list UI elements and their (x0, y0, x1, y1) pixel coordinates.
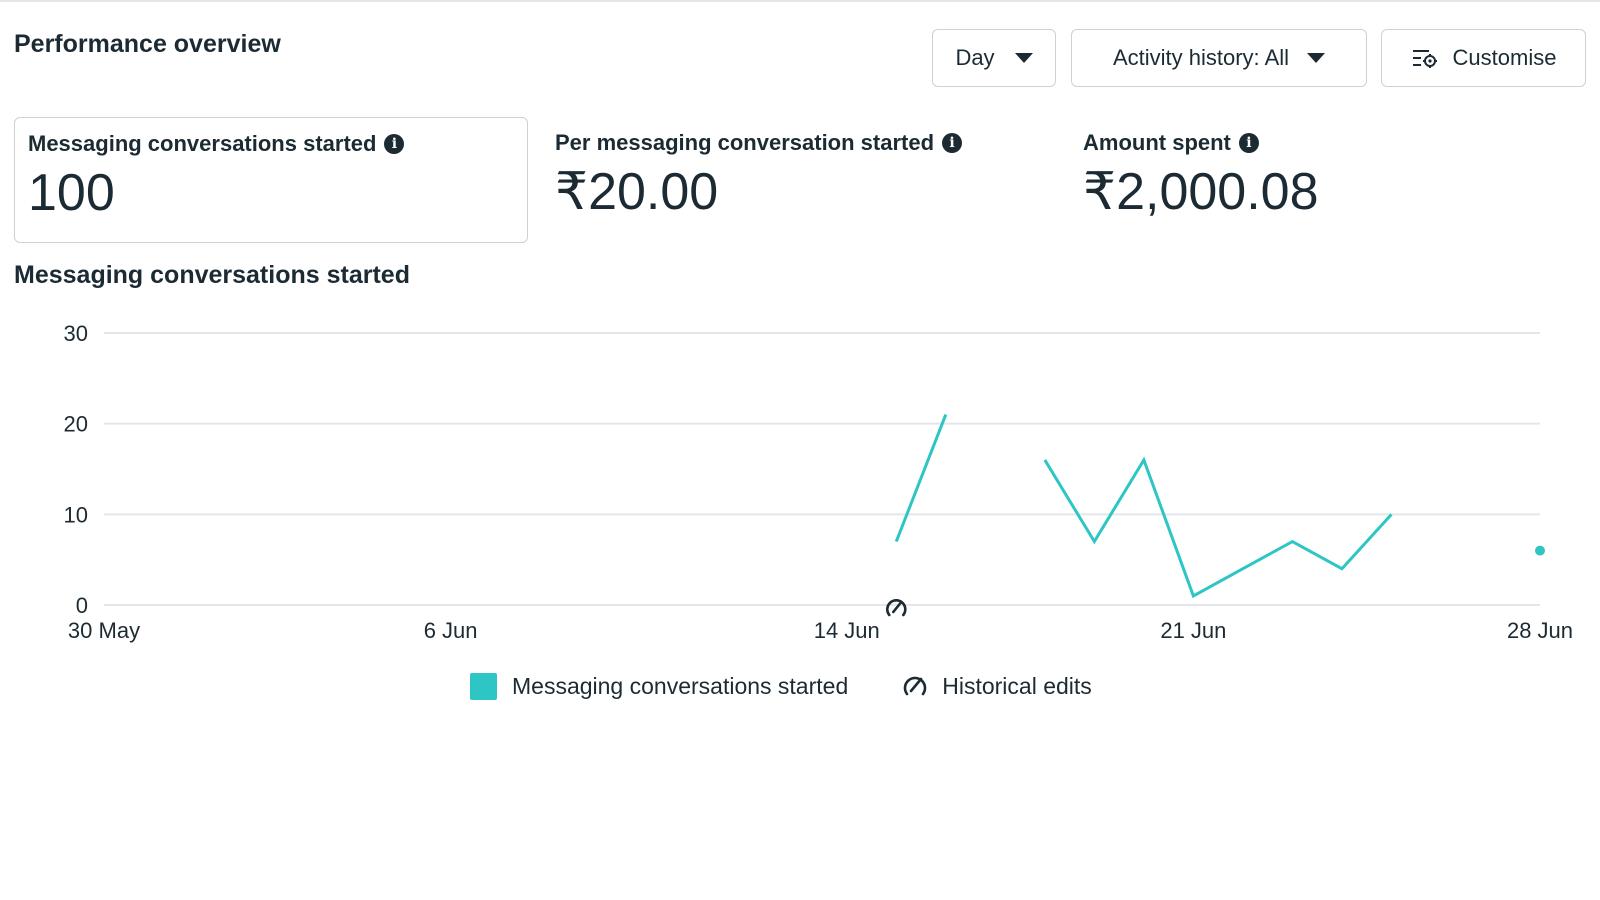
metric-label: Amount spent (1083, 130, 1231, 155)
legend-swatch (470, 672, 497, 700)
y-tick-label: 30 (64, 321, 88, 346)
metric-card-amount-spent[interactable]: Amount spent i ₹2,000.08 (1070, 117, 1584, 243)
metric-value: ₹2,000.08 (1083, 163, 1319, 221)
metric-label-wrap: Per messaging conversation started i (555, 130, 1043, 156)
x-tick-label: 14 Jun (814, 618, 880, 643)
x-tick-label: 28 Jun (1507, 618, 1573, 643)
series-line (894, 414, 948, 543)
customise-button[interactable]: Customise (1381, 29, 1586, 87)
y-tick-label: 10 (64, 502, 88, 527)
activity-history-label: Activity history: All (1112, 45, 1290, 70)
metric-label: Messaging conversations started (28, 131, 377, 156)
day-dropdown-label: Day (955, 45, 995, 70)
metric-label-wrap: Amount spent i (1083, 130, 1571, 156)
line-chart: 0 10 20 30 30 May 6 Jun 14 Jun 21 Jun 28 Jun (64, 321, 1574, 643)
x-tick-label: 6 Jun (424, 618, 478, 643)
legend-item-series[interactable]: Messaging conversations started (470, 672, 849, 700)
metric-value: ₹20.00 (555, 163, 719, 221)
info-icon[interactable]: i (942, 133, 963, 153)
historical-edit-icon (900, 672, 930, 700)
caret-down-icon (1307, 53, 1326, 63)
metric-card-cost-per-conversation[interactable]: Per messaging conversation started i ₹20… (542, 117, 1056, 243)
caret-down-icon (1014, 53, 1033, 63)
historical-edit-marker[interactable] (886, 599, 907, 617)
chart-legend: Messaging conversations started Historic… (470, 672, 1092, 700)
customise-label: Customise (1452, 45, 1557, 70)
series-line (1043, 456, 1393, 599)
x-tick-label: 21 Jun (1160, 618, 1226, 643)
series-point (1535, 545, 1545, 556)
legend-series-label: Messaging conversations started (512, 672, 849, 699)
day-dropdown-button[interactable]: Day (932, 29, 1056, 87)
legend-item-historical-edits[interactable]: Historical edits (900, 672, 1092, 700)
activity-history-dropdown-button[interactable]: Activity history: All (1071, 29, 1367, 87)
x-tick-label: 30 May (68, 618, 140, 643)
chart-title: Messaging conversations started (14, 261, 410, 289)
info-icon[interactable]: i (1238, 133, 1259, 153)
metric-label-wrap: Messaging conversations started i (28, 131, 514, 157)
info-icon[interactable]: i (384, 134, 405, 154)
y-tick-label: 0 (76, 593, 88, 618)
top-divider (0, 0, 1600, 2)
customise-gear-icon (1411, 46, 1439, 70)
page-title: Performance overview (14, 30, 281, 58)
metric-value: 100 (28, 164, 115, 222)
metric-label: Per messaging conversation started (555, 130, 935, 155)
y-tick-label: 20 (64, 412, 88, 437)
legend-edits-label: Historical edits (942, 672, 1092, 699)
metric-card-conversations-started[interactable]: Messaging conversations started i 100 (14, 117, 528, 243)
